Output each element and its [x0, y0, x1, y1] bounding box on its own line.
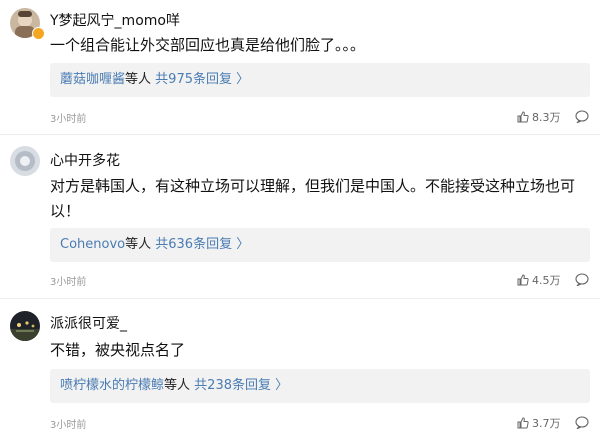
username[interactable]: 派派很可爱_ [50, 313, 127, 333]
like-button[interactable]: 4.5万 [517, 272, 561, 288]
comment-text: 不错，被央视点名了 [50, 341, 186, 359]
like-button[interactable]: 3.7万 [517, 415, 561, 431]
reply-count[interactable]: 共975条回复 [155, 72, 232, 87]
chevron-right-icon: 〉 [275, 378, 289, 393]
thumbs-up-icon [517, 417, 529, 429]
reply-user-link[interactable]: 蘑菇咖喱酱 [60, 72, 125, 87]
reply-summary[interactable]: 喷柠檬水的柠檬鲸等人 共238条回复 〉 [50, 369, 590, 403]
reply-count[interactable]: 共238条回复 [194, 378, 271, 393]
reply-user-link[interactable]: 喷柠檬水的柠檬鲸 [60, 378, 164, 393]
divider [0, 134, 600, 135]
reply-summary[interactable]: Cohenovo等人 共636条回复 〉 [50, 228, 590, 262]
timestamp: 3小时前 [50, 420, 87, 431]
thumbs-up-icon [517, 274, 529, 286]
comment-bubble-icon[interactable] [575, 271, 589, 290]
thumbs-up-icon [517, 111, 529, 123]
like-count: 4.5万 [532, 274, 561, 287]
like-count: 8.3万 [532, 111, 561, 124]
reply-mid-text: 等人 [125, 237, 152, 252]
username[interactable]: Y梦起风宁_momo咩 [50, 10, 180, 30]
like-button[interactable]: 8.3万 [517, 109, 561, 125]
comment-bubble-icon[interactable] [575, 414, 589, 433]
avatar[interactable] [10, 146, 40, 176]
comment-text: 一个组合能让外交部回应也真是给他们脸了。。。 [50, 36, 366, 54]
chevron-right-icon: 〉 [236, 237, 250, 252]
reply-mid-text: 等人 [125, 72, 152, 87]
avatar[interactable] [10, 311, 40, 341]
timestamp: 3小时前 [50, 277, 87, 288]
comment-bubble-icon[interactable] [575, 108, 589, 127]
chevron-right-icon: 〉 [236, 72, 250, 87]
reply-summary[interactable]: 蘑菇咖喱酱等人 共975条回复 〉 [50, 63, 590, 97]
username[interactable]: 心中开多花 [50, 150, 120, 170]
reply-user-link[interactable]: Cohenovo [60, 237, 125, 252]
reply-mid-text: 等人 [164, 378, 191, 393]
comment-text: 对方是韩国人，有这种立场可以理解，但我们是中国人。不能接受这种立场也可以！ [50, 177, 576, 220]
divider [0, 298, 600, 299]
reply-count[interactable]: 共636条回复 [155, 237, 232, 252]
like-count: 3.7万 [532, 417, 561, 430]
timestamp: 3小时前 [50, 114, 87, 125]
verified-badge-icon [32, 27, 45, 40]
